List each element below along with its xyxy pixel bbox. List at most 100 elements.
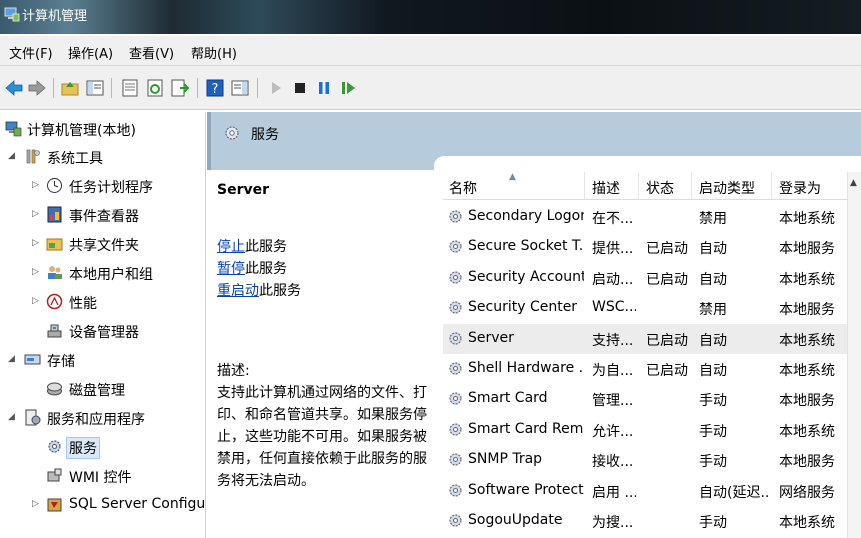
table-row[interactable]: Secondary Logon 在不... 禁用 本地系统 (443, 202, 847, 232)
navigation-tree: 计算机管理(本地) ◢ 系统工具 ▷ 任务计划程序 ▷ 事件查看器 ▷ 共享文件… (0, 112, 206, 538)
tools-icon (26, 149, 40, 164)
device-manager-icon (47, 324, 62, 338)
window-title: 计算机管理 (22, 9, 88, 24)
selected-service-name: Server (217, 182, 270, 198)
cell-status: 已启动 (646, 241, 688, 258)
cell-status: 已启动 (646, 363, 688, 379)
menu-view[interactable]: 查看(V) (129, 43, 174, 62)
column-header-row: ▲ 名称 描述 状态 启动类型 登录为 (443, 172, 847, 200)
cell-description: 为自... (592, 363, 634, 379)
cell-name: Secondary Logon (468, 208, 584, 224)
table-row[interactable]: Shell Hardware ... 为自... 已启动 自动 本地系统 (443, 354, 847, 384)
scroll-up-icon[interactable]: ▲ (850, 178, 857, 188)
forward-icon[interactable] (27, 78, 47, 98)
table-row[interactable]: Server 支持... 已启动 自动 本地系统 (443, 323, 847, 354)
stop-service-icon[interactable] (290, 78, 310, 98)
show-hide-tree-icon[interactable] (85, 78, 105, 98)
refresh-icon[interactable] (145, 78, 165, 98)
table-row[interactable]: Smart Card Rem... 允许... 手动 本地系统 (443, 415, 847, 445)
cell-logon-as: 本地服务 (779, 393, 835, 410)
show-hide-action-pane-icon[interactable] (230, 78, 250, 98)
event-log-icon (47, 206, 62, 223)
help-icon[interactable]: ? (205, 78, 225, 98)
title-bar[interactable]: 计算机管理 (0, 0, 861, 34)
pause-service-icon[interactable] (314, 78, 334, 98)
expand-arrow-icon[interactable]: ▷ (32, 499, 40, 509)
menu-help[interactable]: 帮助(H) (191, 43, 237, 62)
gear-icon (449, 210, 462, 223)
cell-startup-type: 手动 (699, 515, 727, 531)
service-description-pane: Server 停止此服务 暂停此服务 重启动此服务 描述: 支持此计算机通过网络… (207, 170, 435, 538)
column-header-logon-as[interactable]: 登录为 (779, 178, 821, 198)
cell-description: 接收... (592, 454, 634, 471)
restart-service-link[interactable]: 重启动 (217, 283, 259, 299)
gear-icon (449, 301, 462, 314)
start-service-icon[interactable] (266, 78, 286, 98)
computer-management-icon (5, 121, 22, 137)
cell-description: 管理... (592, 393, 634, 410)
cell-startup-type: 手动 (699, 393, 727, 410)
table-row[interactable]: Security Account... 启动... 已启动自动 本地系统 (443, 263, 847, 293)
cell-name: Server (468, 329, 514, 346)
cell-description: 启动... (592, 271, 634, 288)
cell-startup-type: 禁用 (699, 302, 727, 319)
expand-arrow-icon[interactable]: ▷ (32, 296, 40, 306)
table-row[interactable]: Software Protect... 启用 ... 自动(延迟... 网络服务 (443, 476, 847, 506)
gear-icon (449, 331, 462, 345)
cell-name: Secure Socket T... (468, 238, 584, 255)
cell-name: Smart Card (468, 390, 548, 407)
expand-arrow-icon[interactable]: ▷ (32, 180, 40, 190)
shared-folder-icon (46, 238, 63, 251)
stop-service-link[interactable]: 停止 (217, 239, 245, 255)
cell-description: 允许... (592, 423, 634, 440)
menu-bar: 文件(F) 操作(A) 查看(V) 帮助(H) (0, 36, 861, 66)
gear-icon (449, 362, 462, 375)
table-row[interactable]: SNMP Trap 接收... 手动 本地服务 (443, 445, 847, 475)
up-folder-icon[interactable] (60, 78, 80, 98)
pause-service-link[interactable]: 暂停 (217, 261, 245, 277)
cell-status: 已启动 (646, 271, 688, 288)
services-panel: 服务 Server 停止此服务 暂停此服务 重启动此服务 描述: 支持此计算机通… (207, 112, 861, 538)
cell-name: Security Account... (468, 268, 584, 285)
table-row[interactable]: SogouUpdate 为搜... 手动 本地系统 (443, 506, 847, 536)
cell-logon-as: 本地系统 (779, 211, 835, 227)
collapse-arrow-icon[interactable]: ◢ (8, 354, 16, 364)
cell-description: 在不... (592, 211, 634, 227)
column-header-name[interactable]: 名称 (449, 178, 477, 198)
cell-startup-type: 手动 (699, 454, 727, 471)
menu-action[interactable]: 操作(A) (68, 43, 113, 62)
gear-icon (449, 453, 462, 466)
menu-file[interactable]: 文件(F) (9, 43, 53, 62)
properties-icon[interactable] (120, 78, 140, 98)
cell-logon-as: 本地系统 (779, 332, 835, 349)
cell-logon-as: 本地服务 (779, 241, 835, 258)
table-row[interactable]: Smart Card 管理... 手动 本地服务 (443, 384, 847, 414)
column-header-description[interactable]: 描述 (592, 178, 620, 198)
column-header-startup-type[interactable]: 启动类型 (699, 178, 755, 198)
collapse-arrow-icon[interactable]: ◢ (8, 412, 16, 422)
back-icon[interactable] (4, 78, 24, 98)
table-row[interactable]: Security Center WSC... 禁用 本地服务 (443, 293, 847, 323)
expand-arrow-icon[interactable]: ▷ (32, 267, 40, 277)
cell-logon-as: 本地系统 (779, 515, 835, 531)
vertical-scrollbar[interactable]: ▲ (847, 172, 861, 538)
cell-logon-as: 本地服务 (779, 454, 835, 471)
column-header-status[interactable]: 状态 (646, 178, 674, 198)
table-row[interactable]: Secure Socket T... 提供... 已启动 自动 本地服务 (443, 232, 847, 262)
description-text: 支持此计算机通过网络的文件、打印、和命名管道共享。如果服务停止，这些功能不可用。… (217, 385, 427, 489)
expand-arrow-icon[interactable]: ▷ (32, 209, 40, 219)
collapse-arrow-icon[interactable]: ◢ (8, 151, 16, 161)
restart-service-icon[interactable] (338, 78, 358, 98)
cell-logon-as: 本地系统 (779, 271, 835, 288)
sort-ascending-icon: ▲ (509, 172, 516, 182)
cell-description: 为搜... (592, 515, 634, 531)
gear-icon (48, 440, 61, 453)
expand-arrow-icon[interactable]: ▷ (32, 238, 40, 248)
export-list-icon[interactable] (170, 78, 190, 98)
cell-startup-type: 自动 (699, 332, 727, 349)
cell-description: 启用 ... (592, 484, 636, 501)
cell-name: Security Center (468, 299, 578, 316)
cell-logon-as: 网络服务 (779, 484, 835, 501)
cell-startup-type: 禁用 (699, 211, 727, 227)
computer-management-icon (4, 7, 20, 22)
